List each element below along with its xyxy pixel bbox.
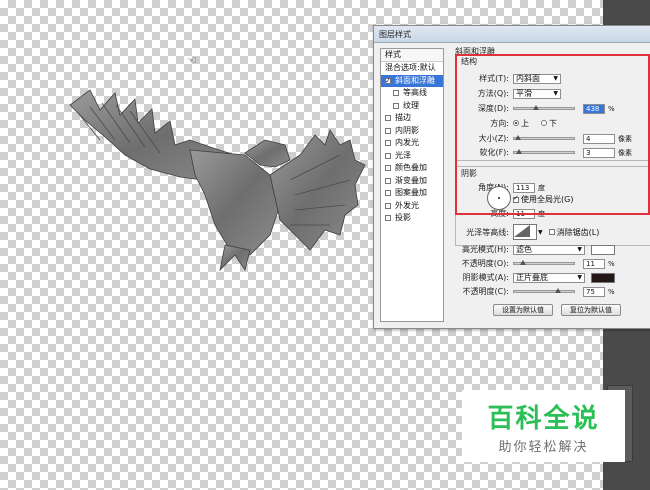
contour-icon	[514, 225, 530, 237]
style-item-label: 颜色叠加	[395, 163, 427, 172]
highlight-opacity-thumb[interactable]	[519, 260, 526, 265]
style-item[interactable]: 纹理	[381, 100, 443, 113]
style-item-label: 描边	[395, 113, 411, 122]
shadow-mode-label: 阴影模式(A):	[462, 273, 509, 282]
highlight-color-swatch[interactable]	[591, 244, 615, 255]
watermark: 百科全说 助你轻松解决	[462, 390, 625, 462]
shadow-mode-select[interactable]: 正片叠底 ▼	[513, 272, 585, 283]
style-item-label: 等高线	[403, 88, 427, 97]
highlight-opacity-slider[interactable]	[513, 260, 575, 265]
style-item-checkbox[interactable]	[393, 90, 399, 97]
gloss-contour-label: 光泽等高线:	[466, 227, 509, 237]
dialog-titlebar[interactable]: 图层样式	[374, 26, 650, 43]
highlight-mode-label: 高光模式(H):	[462, 245, 509, 254]
style-item-checkbox[interactable]	[385, 127, 391, 134]
shadow-opacity-thumb[interactable]	[554, 288, 561, 293]
style-item[interactable]: 内阴影	[381, 125, 443, 138]
style-item-label: 斜面和浮雕	[395, 75, 435, 85]
style-item[interactable]: 图案叠加	[381, 187, 443, 200]
style-item-label: 渐变叠加	[395, 175, 427, 185]
style-item[interactable]: 等高线	[381, 87, 443, 100]
shadow-opacity-unit: %	[608, 287, 615, 296]
shadow-opacity-slider[interactable]	[513, 288, 575, 293]
shadow-color-swatch[interactable]	[591, 272, 615, 283]
watermark-subtitle: 助你轻松解决	[498, 440, 589, 455]
style-item-label: 混合选项:默认	[385, 63, 436, 72]
hand-cursor-icon: ☜	[187, 54, 197, 67]
style-item[interactable]: 渐变叠加	[381, 175, 443, 188]
style-item-label: 内发光	[395, 138, 419, 147]
style-item[interactable]: 颜色叠加	[381, 162, 443, 175]
dialog-title: 图层样式	[379, 30, 411, 39]
dropdown-arrow-icon: ▼	[577, 274, 582, 281]
highlight-mode-select[interactable]: 滤色 ▼	[513, 244, 585, 255]
style-item-label: 内阴影	[395, 125, 419, 135]
style-item-checkbox[interactable]	[385, 75, 391, 87]
style-item[interactable]: 混合选项:默认	[381, 62, 443, 75]
highlight-opacity-unit: %	[608, 259, 615, 268]
style-item[interactable]: 投影	[381, 212, 443, 225]
style-item[interactable]: 光泽	[381, 150, 443, 163]
style-item[interactable]: 外发光	[381, 200, 443, 213]
watermark-title: 百科全说	[487, 404, 600, 434]
style-item-checkbox[interactable]	[393, 102, 399, 109]
style-item[interactable]: 描边	[381, 112, 443, 125]
highlight-annotation-box	[455, 54, 650, 215]
highlight-mode-value: 滤色	[516, 245, 532, 254]
eagle-artwork	[69, 89, 366, 272]
set-default-button[interactable]: 设置为默认值	[493, 304, 553, 316]
style-item[interactable]: 斜面和浮雕	[381, 74, 443, 87]
style-item-label: 外发光	[395, 200, 419, 210]
shadow-mode-value: 正片叠底	[516, 273, 548, 282]
style-item-checkbox[interactable]	[385, 152, 391, 159]
style-item[interactable]: 内发光	[381, 137, 443, 150]
style-item-checkbox[interactable]	[385, 202, 391, 209]
antialias-checkbox[interactable]	[548, 229, 555, 235]
antialias-label: 消除锯齿(L)	[556, 227, 600, 237]
style-item-checkbox[interactable]	[385, 190, 391, 197]
style-item-checkbox[interactable]	[385, 215, 391, 222]
style-item-checkbox[interactable]	[385, 140, 391, 147]
style-item-label: 光泽	[395, 150, 411, 160]
shadow-opacity-label: 不透明度(C):	[462, 287, 509, 296]
style-item-checkbox[interactable]	[385, 177, 391, 184]
highlight-opacity-input[interactable]: 11	[583, 258, 605, 269]
shadow-opacity-input[interactable]: 75	[583, 286, 605, 297]
contour-arrow-icon[interactable]: ▼	[538, 229, 543, 236]
style-list: 样式 混合选项:默认斜面和浮雕等高线纹理描边内阴影内发光光泽颜色叠加渐变叠加图案…	[380, 48, 444, 322]
dropdown-arrow-icon: ▼	[577, 246, 582, 253]
style-item-label: 纹理	[403, 100, 419, 110]
style-item-checkbox[interactable]	[385, 165, 391, 172]
style-item-checkbox[interactable]	[385, 115, 391, 122]
gloss-contour-picker[interactable]	[513, 224, 537, 240]
reset-default-button[interactable]: 复位为默认值	[561, 304, 621, 316]
style-item-label: 投影	[395, 213, 411, 222]
style-list-header[interactable]: 样式	[381, 49, 443, 62]
highlight-opacity-label: 不透明度(O):	[461, 259, 509, 268]
style-item-label: 图案叠加	[395, 188, 427, 197]
